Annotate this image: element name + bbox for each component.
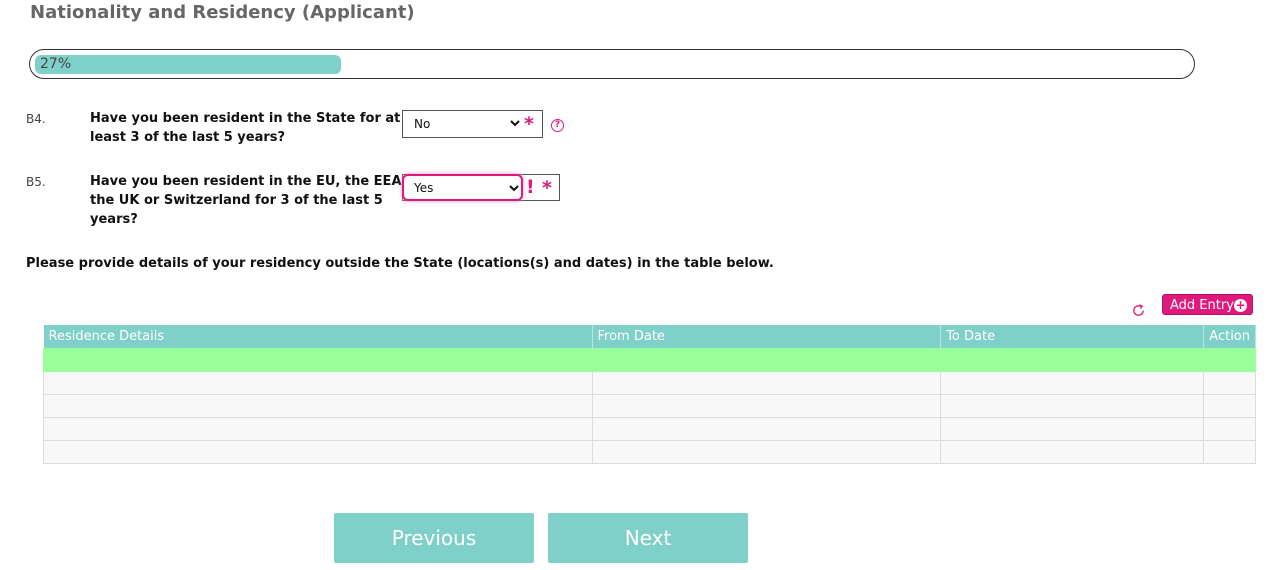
table-cell	[43, 417, 593, 441]
table-cell	[940, 417, 1205, 441]
next-button[interactable]: Next	[548, 513, 748, 563]
table-cell	[43, 440, 593, 464]
add-entry-label: Add Entry	[1170, 298, 1234, 313]
column-header-from-date[interactable]: From Date	[592, 325, 942, 349]
question-b4-text: Have you been resident in the State for …	[90, 109, 400, 147]
table-cell	[1203, 440, 1256, 464]
table-cell	[43, 394, 593, 418]
refresh-icon[interactable]	[1131, 303, 1146, 318]
table-cell	[591, 348, 942, 372]
progress-fill: 27%	[35, 55, 341, 74]
table-cell	[1203, 371, 1256, 395]
table-row[interactable]	[43, 371, 1256, 395]
table-cell	[1203, 394, 1256, 418]
residence-table: Residence Details From Date To Date Acti…	[43, 325, 1256, 464]
table-header-row: Residence Details From Date To Date Acti…	[43, 325, 1256, 349]
table-cell	[1203, 417, 1256, 441]
b5-answer-select[interactable]: Yes	[402, 174, 523, 201]
table-row[interactable]	[43, 417, 1256, 441]
b4-answer-value: No	[414, 117, 431, 131]
required-icon: *	[542, 177, 552, 199]
table-cell	[591, 371, 942, 395]
previous-button[interactable]: Previous	[334, 513, 534, 563]
column-header-action: Action	[1203, 325, 1256, 349]
table-cell	[43, 348, 593, 372]
column-header-to-date[interactable]: To Date	[940, 325, 1205, 349]
question-b4-number: B4.	[26, 112, 46, 126]
question-b5-line-3: years?	[90, 212, 138, 227]
chevron-down-icon	[509, 185, 519, 192]
table-row[interactable]	[43, 394, 1256, 418]
table-cell	[940, 440, 1205, 464]
b5-answer-value: Yes	[414, 181, 434, 195]
table-cell	[43, 371, 593, 395]
table-cell	[940, 394, 1205, 418]
table-cell	[591, 394, 942, 418]
add-entry-button[interactable]: Add Entry +	[1162, 294, 1253, 315]
question-b4-line-2: least 3 of the last 5 years?	[90, 130, 286, 145]
question-b5-number: B5.	[26, 175, 46, 189]
table-cell	[591, 440, 942, 464]
table-cell	[940, 348, 1205, 372]
table-cell	[940, 371, 1205, 395]
question-b4-line-1: Have you been resident in the State for …	[90, 111, 401, 126]
table-cell	[1203, 348, 1256, 372]
table-cell	[591, 417, 942, 441]
plus-circle-icon: +	[1234, 298, 1247, 312]
chevron-down-icon	[510, 120, 520, 127]
page-title: Nationality and Residency (Applicant)	[30, 2, 415, 23]
table-row[interactable]	[43, 440, 1256, 464]
error-icon: !	[526, 176, 535, 198]
residency-instruction: Please provide details of your residency…	[26, 256, 774, 271]
table-row[interactable]	[43, 348, 1256, 372]
question-b5-line-1: Have you been resident in the EU, the EE…	[90, 174, 407, 189]
required-icon: *	[524, 113, 534, 135]
question-b5-text: Have you been resident in the EU, the EE…	[90, 172, 407, 229]
question-b5-line-2: the UK or Switzerland for 3 of the last …	[90, 193, 383, 208]
column-header-residence-details[interactable]: Residence Details	[43, 325, 593, 349]
help-icon[interactable]: ?	[551, 119, 564, 132]
b4-answer-select[interactable]: No *	[402, 110, 543, 138]
progress-bar: 27%	[29, 49, 1195, 79]
